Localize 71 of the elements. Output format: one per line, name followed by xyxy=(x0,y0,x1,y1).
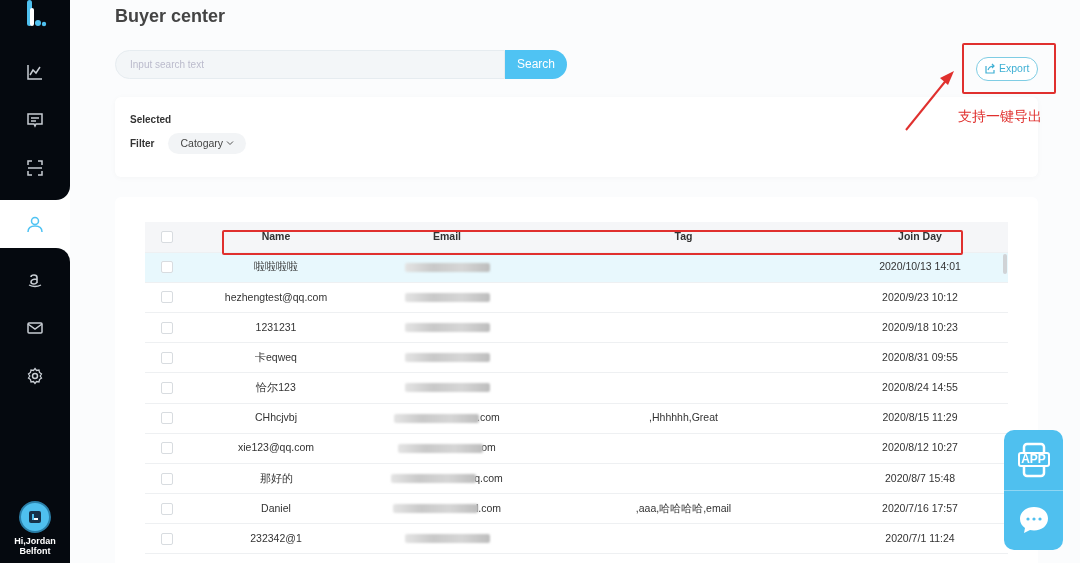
annotation-arrow xyxy=(904,70,956,132)
table-cell: 2020/8/24 14:55 xyxy=(882,381,958,394)
table-cell: .com xyxy=(477,410,500,426)
page-title: Buyer center xyxy=(115,6,227,28)
mail-icon xyxy=(26,319,44,337)
row-checkbox[interactable] xyxy=(161,442,173,455)
table-cell: xie123@qq.com xyxy=(237,441,314,454)
avatar[interactable] xyxy=(19,501,51,534)
table-cell: 2020/8/7 15:48 xyxy=(884,471,956,484)
table-cell: 2020/9/18 10:23 xyxy=(882,320,958,333)
export-icon xyxy=(985,63,996,75)
message-icon xyxy=(26,111,44,129)
table-cell: 232342@1 xyxy=(250,532,302,544)
table-row[interactable]: 1231231 2020/9/18 10:23 xyxy=(145,312,1008,344)
column-header[interactable]: Join Day xyxy=(898,229,942,242)
row-checkbox[interactable] xyxy=(161,351,173,364)
table-cell-text: q.com xyxy=(474,470,503,486)
user-greeting: Hi,Jordan Belfont xyxy=(13,537,57,557)
amazon-icon xyxy=(26,271,44,289)
tablet-icon xyxy=(1017,441,1050,478)
row-checkbox[interactable] xyxy=(161,261,173,274)
table-cell-text: l.com xyxy=(475,500,502,516)
table-cell: 2020/9/23 10:12 xyxy=(882,290,958,303)
table-row[interactable]: 那好的 q.com 2020/8/7 15:48 xyxy=(145,463,1008,495)
table-row[interactable]: xie123@qq.com om 2020/8/12 10:27 xyxy=(145,433,1008,464)
row-checkbox[interactable] xyxy=(161,291,173,304)
column-header[interactable]: Name xyxy=(261,229,291,242)
row-checkbox[interactable] xyxy=(161,532,173,545)
table-cell: 2020/10/13 14:01 xyxy=(879,260,961,273)
chat-icon xyxy=(1017,505,1050,536)
table-cell: 1231231 xyxy=(255,320,297,333)
table-cell: 2020/8/15 11:29 xyxy=(882,411,958,424)
table-row[interactable]: 恰尔123 2020/8/24 14:55 xyxy=(145,373,1008,404)
filter-label: Filter xyxy=(130,136,155,151)
category-dropdown[interactable]: Catogary xyxy=(168,132,247,155)
caret-icon xyxy=(226,140,235,147)
settings-icon xyxy=(26,367,44,385)
table-cell: 卡eqweq xyxy=(255,350,297,363)
scan-icon xyxy=(26,159,44,177)
table-cell: hezhengtest@qq.com xyxy=(224,290,328,303)
row-checkbox[interactable] xyxy=(161,502,173,515)
column-header[interactable]: Email xyxy=(433,229,461,242)
table-cell: 2020/7/1 11:24 xyxy=(885,532,955,544)
table-cell: 2020/8/31 09:55 xyxy=(882,350,958,363)
table-cell: 那好的 xyxy=(259,471,293,484)
table-cell: 啦啦啦啦 xyxy=(254,260,298,273)
table-cell: 恰尔123 xyxy=(256,381,296,394)
table-cell: Daniel xyxy=(261,501,291,514)
table-cell: CHhcjvbj xyxy=(255,411,297,424)
table-cell: 2020/7/16 17:57 xyxy=(882,501,958,514)
search-field[interactable]: Input search text xyxy=(115,49,505,79)
table-cell: 2020/8/12 10:27 xyxy=(882,441,958,454)
scrollbar[interactable] xyxy=(1003,253,1007,274)
column-header[interactable]: Tag xyxy=(674,229,693,242)
table-row[interactable]: hezhengtest@qq.com 2020/9/23 10:12 xyxy=(145,282,1008,313)
table-cell: ,aaa,哈哈哈哈,email xyxy=(635,501,732,514)
selected-label: Selected xyxy=(130,113,172,125)
table-row[interactable]: Daniel l.com ,aaa,哈哈哈哈,email 2020/7/16 17:57 xyxy=(145,494,1008,525)
row-checkbox[interactable] xyxy=(161,472,173,485)
table-cell-text: om xyxy=(481,440,496,456)
chart-icon xyxy=(26,63,44,81)
select-all-checkbox[interactable] xyxy=(161,230,173,243)
row-checkbox[interactable] xyxy=(161,412,173,425)
table-row[interactable]: CHhcjvbj .com ,Hhhhhh,Great 2020/8/15 11:29 xyxy=(145,403,1008,434)
row-checkbox[interactable] xyxy=(161,321,173,334)
user-icon xyxy=(26,215,44,233)
table-cell: ,Hhhhhh,Great xyxy=(649,411,718,424)
row-checkbox[interactable] xyxy=(161,381,173,394)
table-row[interactable]: 卡eqweq 2020/8/31 09:55 xyxy=(145,343,1008,374)
table-row[interactable]: 232342@1 2020/7/1 11:24 xyxy=(145,524,1008,555)
annotation-caption: 支持一键导出 xyxy=(958,107,1042,126)
